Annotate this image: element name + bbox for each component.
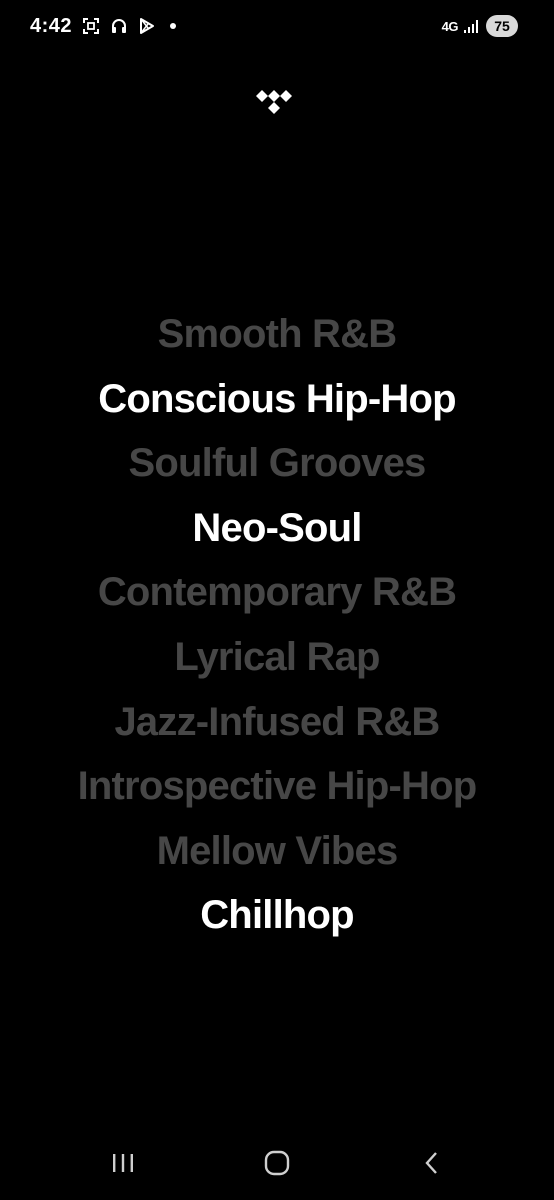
back-button[interactable] — [410, 1148, 454, 1182]
play-store-icon — [138, 17, 156, 35]
signal-strength-icon — [464, 19, 480, 33]
genre-item[interactable]: Introspective Hip-Hop — [0, 754, 554, 819]
status-time: 4:42 — [30, 14, 73, 37]
status-left: 4:42 — [30, 14, 177, 38]
genre-item[interactable]: Soulful Grooves — [0, 431, 554, 496]
notification-dot-icon — [170, 23, 177, 29]
screenshot-notification-icon — [82, 17, 100, 35]
genre-item[interactable]: Jazz-Infused R&B — [0, 690, 554, 755]
genre-item[interactable]: Contemporary R&B — [0, 560, 554, 625]
genre-item[interactable]: Mellow Vibes — [0, 819, 554, 884]
headphones-icon — [110, 17, 128, 35]
recent-apps-icon — [110, 1152, 136, 1179]
genre-item[interactable]: Smooth R&B — [0, 302, 554, 367]
status-bar: 4:42 4G 75 — [0, 0, 554, 52]
back-icon — [422, 1151, 442, 1180]
status-right: 4G 75 — [442, 15, 518, 37]
genre-item[interactable]: Conscious Hip-Hop — [0, 367, 554, 432]
navigation-bar — [0, 1130, 554, 1200]
home-button[interactable] — [255, 1148, 299, 1182]
genre-item[interactable]: Neo-Soul — [0, 496, 554, 561]
home-icon — [263, 1150, 291, 1181]
network-type: 4G — [441, 18, 459, 34]
recent-apps-button[interactable] — [101, 1148, 145, 1182]
genre-item[interactable]: Lyrical Rap — [0, 625, 554, 690]
genre-list: Smooth R&B Conscious Hip-Hop Soulful Gro… — [0, 302, 554, 948]
battery-level: 75 — [486, 15, 518, 37]
genre-item[interactable]: Chillhop — [0, 883, 554, 948]
tidal-logo-icon — [254, 86, 302, 122]
